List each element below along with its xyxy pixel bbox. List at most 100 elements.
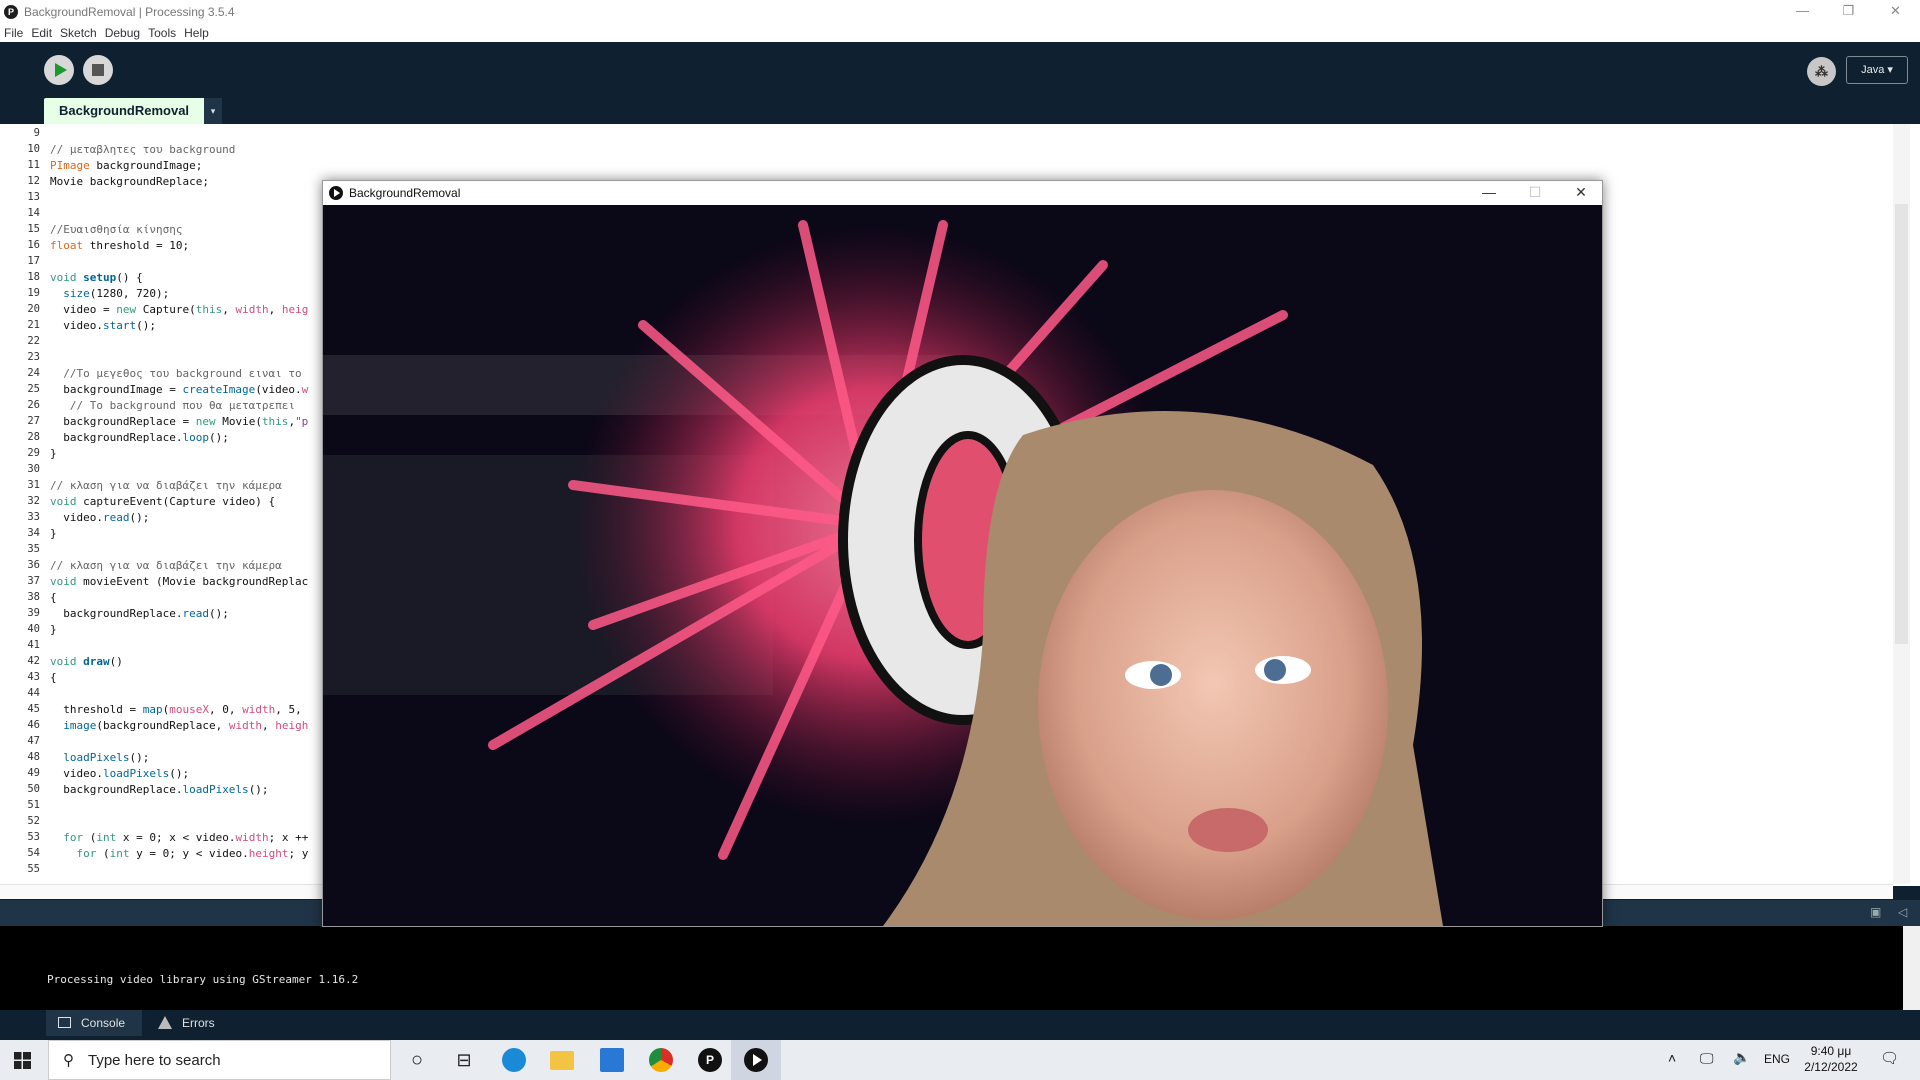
close-icon[interactable]: ✕ [1873,0,1918,23]
line-number: 15 [27,223,40,235]
tab-console[interactable]: Console [46,1010,142,1036]
sketch-maximize-icon[interactable]: ☐ [1512,181,1558,205]
line-number: 25 [27,383,40,395]
line-number: 14 [27,207,40,219]
console-output-area: Processing video library using GStreamer… [0,926,1920,1010]
line-number: 22 [27,335,40,347]
line-number: 12 [27,175,40,187]
sketch-minimize-icon[interactable]: — [1466,181,1512,205]
window-title: BackgroundRemoval | Processing 3.5.4 [24,4,235,19]
windows-start-icon[interactable] [14,1052,31,1069]
line-number: 32 [27,495,40,507]
language-indicator[interactable]: ENG [1764,1052,1790,1066]
line-number: 47 [27,735,40,747]
clock-date[interactable]: 2/12/2022 [1800,1060,1862,1074]
line-number: 36 [27,559,40,571]
sketch-run-icon [329,186,343,200]
chrome-icon[interactable] [649,1048,673,1072]
line-number: 46 [27,719,40,731]
line-number: 17 [27,255,40,267]
clock-time[interactable]: 9:40 μμ [1806,1044,1856,1058]
search-placeholder: Type here to search [88,1051,221,1069]
line-number: 30 [27,463,40,475]
menu-debug[interactable]: Debug [105,26,140,40]
taskbar: ⚲ Type here to search ○ ⊟ P ˄ 🖵 🔈 ENG 9:… [0,1040,1920,1080]
run-button[interactable] [44,55,74,85]
line-number: 23 [27,351,40,363]
taskbar-search-box[interactable]: ⚲ Type here to search [48,1040,391,1080]
store-icon[interactable] [600,1048,624,1072]
console-scrollbar[interactable] [1903,926,1920,1010]
tab-errors-label: Errors [182,1016,215,1030]
line-number: 13 [27,191,40,203]
sketch-run-taskbar-icon [744,1048,768,1072]
menu-file[interactable]: File [4,26,23,40]
line-number: 48 [27,751,40,763]
editor-scroll-thumb[interactable] [1895,204,1908,644]
line-number: 37 [27,575,40,587]
line-number: 49 [27,767,40,779]
line-number: 41 [27,639,40,651]
line-number: 11 [27,159,40,171]
network-icon[interactable]: 🖵 [1700,1050,1714,1067]
tab-menu-button[interactable]: ▾ [204,98,222,125]
console-tabs: Console Errors [0,1010,1920,1040]
toolbar [0,44,1920,98]
sketch-taskbar-button[interactable] [731,1040,781,1080]
title-bar: P BackgroundRemoval | Processing 3.5.4 —… [0,0,1920,23]
line-number: 42 [27,655,40,667]
menu-sketch[interactable]: Sketch [60,26,97,40]
tab-backgroundremoval[interactable]: BackgroundRemoval [44,98,221,125]
line-number: 43 [27,671,40,683]
edge-icon[interactable] [502,1048,526,1072]
collapse-console-icon[interactable]: ◁ [1898,905,1907,919]
background-removal-video-frame [323,205,1602,926]
processing-app-icon: P [4,4,18,19]
sketch-title-bar[interactable]: BackgroundRemoval — ☐ ✕ [323,181,1602,205]
menu-tools[interactable]: Tools [148,26,176,40]
sketch-canvas[interactable] [323,205,1602,926]
sketch-close-icon[interactable]: ✕ [1558,181,1604,205]
line-number: 51 [27,799,40,811]
cortana-icon[interactable]: ○ [405,1048,429,1072]
line-number: 44 [27,687,40,699]
line-number: 39 [27,607,40,619]
line-number: 18 [27,271,40,283]
file-explorer-icon[interactable] [550,1051,574,1070]
line-number: 26 [27,399,40,411]
line-number: 29 [27,447,40,459]
line-number: 50 [27,783,40,795]
tray-chevron-icon[interactable]: ˄ [1668,1050,1676,1066]
line-number: 27 [27,415,40,427]
mode-selector[interactable]: Java ▾ [1846,56,1908,84]
stop-icon [92,64,104,76]
sketch-window-title: BackgroundRemoval [349,186,461,200]
processing-taskbar-icon[interactable]: P [698,1048,722,1072]
debug-mode-icon[interactable]: ⁂ [1807,57,1836,86]
line-number: 24 [27,367,40,379]
line-number: 55 [27,863,40,875]
menu-help[interactable]: Help [184,26,209,40]
stop-button[interactable] [83,55,113,85]
line-number: 33 [27,511,40,523]
warning-icon [158,1016,172,1029]
line-number: 34 [27,527,40,539]
line-number: 53 [27,831,40,843]
notifications-icon[interactable]: 🗨 [1880,1049,1899,1067]
sketch-window: BackgroundRemoval — ☐ ✕ [322,180,1603,927]
line-number: 28 [27,431,40,443]
maximize-icon[interactable]: ❐ [1826,0,1871,23]
copy-console-icon[interactable]: ▣ [1870,905,1881,919]
tab-errors[interactable]: Errors [158,1010,248,1036]
minimize-icon[interactable]: — [1780,0,1825,23]
line-number: 52 [27,815,40,827]
play-icon [55,63,67,77]
search-icon: ⚲ [63,1052,74,1069]
task-view-icon[interactable]: ⊟ [452,1048,476,1072]
line-numbers: 9 10 11 12 13 14 15 16 17 18 19 20 21 22 23 24 25 26 27 28 2… [0,124,44,884]
menu-edit[interactable]: Edit [31,26,52,40]
line-number: 38 [27,591,40,603]
volume-icon[interactable]: 🔈 [1733,1049,1750,1066]
line-number: 45 [27,703,40,715]
line-number: 20 [27,303,40,315]
